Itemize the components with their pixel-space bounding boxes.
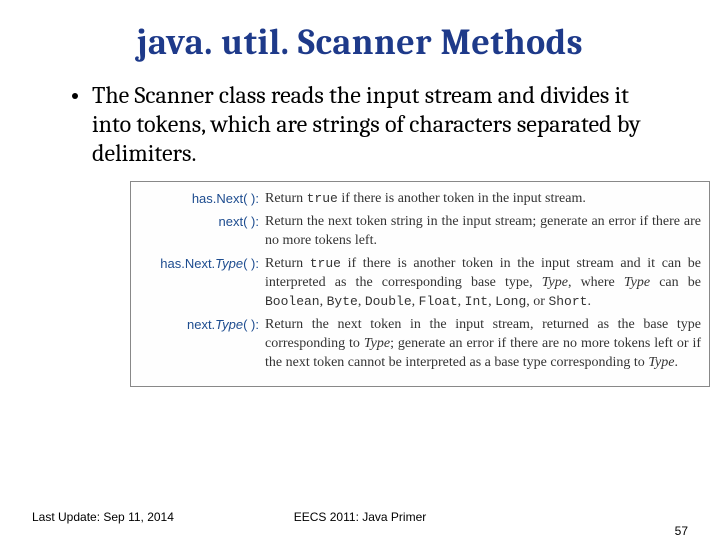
- method-desc: Return the next token string in the inpu…: [265, 213, 707, 251]
- slide: java. util. Scanner Methods The Scanner …: [0, 0, 720, 540]
- footer: Last Update: Sep 11, 2014 EECS 2011: Jav…: [0, 510, 720, 524]
- method-name-next: next( ):: [133, 213, 265, 231]
- table-row: next( ): Return the next token string in…: [133, 213, 707, 251]
- footer-date: Last Update: Sep 11, 2014: [32, 510, 174, 524]
- bullet-dot: [72, 93, 78, 99]
- table-row: has.Next( ): Return true if there is ano…: [133, 190, 707, 209]
- table-row: has.Next.Type( ): Return true if there i…: [133, 255, 707, 312]
- bullet-row: The Scanner class reads the input stream…: [72, 81, 654, 167]
- slide-number: 57: [675, 524, 688, 538]
- methods-table: has.Next( ): Return true if there is ano…: [130, 181, 710, 387]
- method-name-nexttype: next.Type( ):: [133, 316, 265, 334]
- method-desc: Return the next token in the input strea…: [265, 316, 707, 373]
- method-name-hasnext: has.Next( ):: [133, 190, 265, 208]
- method-desc: Return true if there is another token in…: [265, 255, 707, 312]
- table-row: next.Type( ): Return the next token in t…: [133, 316, 707, 373]
- method-name-hasnexttype: has.Next.Type( ):: [133, 255, 265, 273]
- method-desc: Return true if there is another token in…: [265, 190, 707, 209]
- page-title: java. util. Scanner Methods: [40, 22, 680, 63]
- intro-text: The Scanner class reads the input stream…: [92, 81, 654, 167]
